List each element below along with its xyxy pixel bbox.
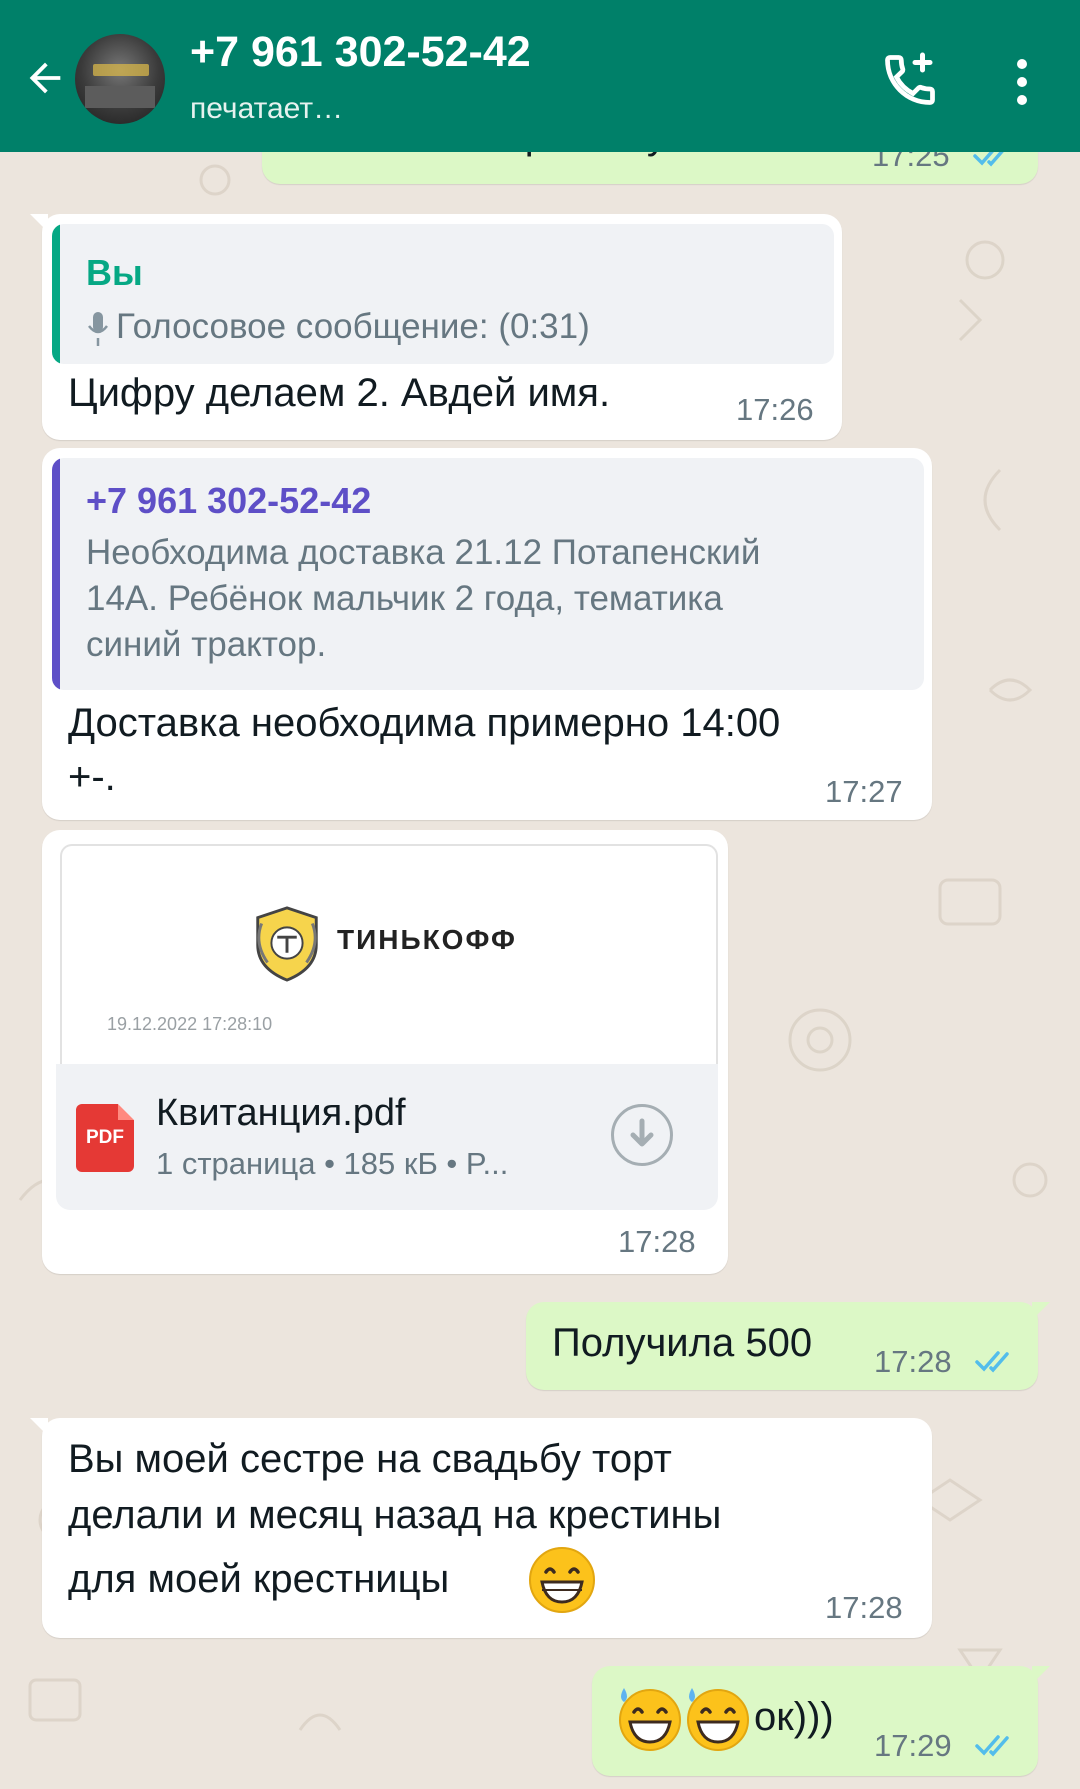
message-time: 17:28 [618, 1224, 696, 1259]
message-incoming-document[interactable]: ТИНЬКОФФ 19.12.2022 17:28:10 PDF Квитанц… [42, 830, 728, 1274]
pdf-icon-fold [118, 1104, 134, 1120]
message-time: 17:28 [825, 1590, 903, 1625]
message-text: Цифру делаем 2. Авдей имя. [68, 371, 611, 415]
quote-text-line: синий трактор. [86, 625, 327, 664]
message-text: ок))) [754, 1695, 834, 1739]
message-incoming[interactable]: Вы моей сестре на свадьбу торт делали и … [30, 1418, 932, 1638]
mic-icon [88, 312, 108, 346]
avatar-image-detail [93, 64, 149, 76]
message-incoming[interactable]: Вы Голосовое сообщение: (0:31) Цифру дел… [30, 214, 842, 440]
bubble-tail [1032, 1302, 1050, 1320]
message-incoming[interactable]: +7 961 302-52-42 Необходима доставка 21.… [42, 448, 932, 820]
document-preview[interactable]: ТИНЬКОФФ 19.12.2022 17:28:10 [60, 844, 718, 1064]
quote-text: Голосовое сообщение: (0:31) [116, 307, 590, 346]
message-time: 17:29 [874, 1728, 952, 1763]
message-text-line: Вы моей сестре на свадьбу торт [68, 1437, 672, 1481]
avatar-image-detail [85, 86, 155, 108]
message-text-line: для моей крестницы [68, 1557, 450, 1601]
quoted-message[interactable]: Вы Голосовое сообщение: (0:31) [52, 224, 834, 364]
download-button[interactable] [611, 1104, 673, 1166]
grinning-face-emoji-icon [529, 1547, 595, 1613]
preview-date-text: 19.12.2022 17:28:10 [107, 1014, 273, 1034]
quote-author: Вы [86, 252, 143, 293]
document-name: Квитанция.pdf [156, 1092, 406, 1134]
bubble-tail [30, 214, 48, 232]
quote-text-line: 14А. Ребёнок мальчик 2 года, тематика [86, 579, 723, 618]
quote-text-line: Необходима доставка 21.12 Потапенский [86, 533, 761, 572]
bubble-tail [1032, 1666, 1050, 1684]
back-button[interactable] [20, 48, 70, 108]
bubble-tail [30, 1418, 48, 1436]
document-meta: 1 страница • 185 кБ • P... [156, 1146, 509, 1181]
add-call-icon[interactable] [880, 50, 940, 110]
message-text: Получила 500 [552, 1321, 813, 1365]
message-outgoing[interactable]: ок))) 17:29 [592, 1666, 1050, 1776]
arrow-back-icon [29, 62, 61, 94]
quoted-message[interactable]: +7 961 302-52-42 Необходима доставка 21.… [52, 458, 924, 690]
preview-brand-text: ТИНЬКОФФ [337, 924, 517, 955]
typing-status: печатает… [190, 92, 344, 125]
message-time: 17:27 [825, 774, 903, 809]
grinning-sweat-emoji-icon [619, 1688, 681, 1751]
file-type-label: PDF [86, 1127, 124, 1148]
quote-bar [52, 458, 60, 690]
pdf-file-icon: PDF [76, 1104, 134, 1172]
message-text-line: +-. [68, 755, 116, 799]
read-ticks-icon [975, 1735, 1009, 1757]
quote-bar [52, 224, 60, 364]
more-vert-icon[interactable] [1000, 52, 1044, 112]
grinning-sweat-emoji-icon [687, 1688, 749, 1751]
chat-header: +7 961 302-52-42 печатает… [0, 0, 1080, 152]
message-time: 17:28 [874, 1344, 952, 1379]
quote-author: +7 961 302-52-42 [86, 480, 372, 521]
document-info[interactable]: PDF Квитанция.pdf 1 страница • 185 кБ • … [56, 1064, 718, 1210]
download-icon [630, 1118, 654, 1147]
contact-name[interactable]: +7 961 302-52-42 [190, 28, 531, 77]
message-text-line: Доставка необходима примерно 14:00 [68, 701, 781, 745]
message-outgoing[interactable]: Получила 500 17:28 [526, 1302, 1050, 1390]
tinkoff-logo-icon [256, 906, 318, 982]
message-text-line: делали и месяц назад на крестины [68, 1493, 722, 1537]
contact-avatar[interactable] [75, 34, 165, 124]
message-time: 17:26 [736, 392, 814, 427]
read-ticks-icon [975, 1351, 1009, 1373]
